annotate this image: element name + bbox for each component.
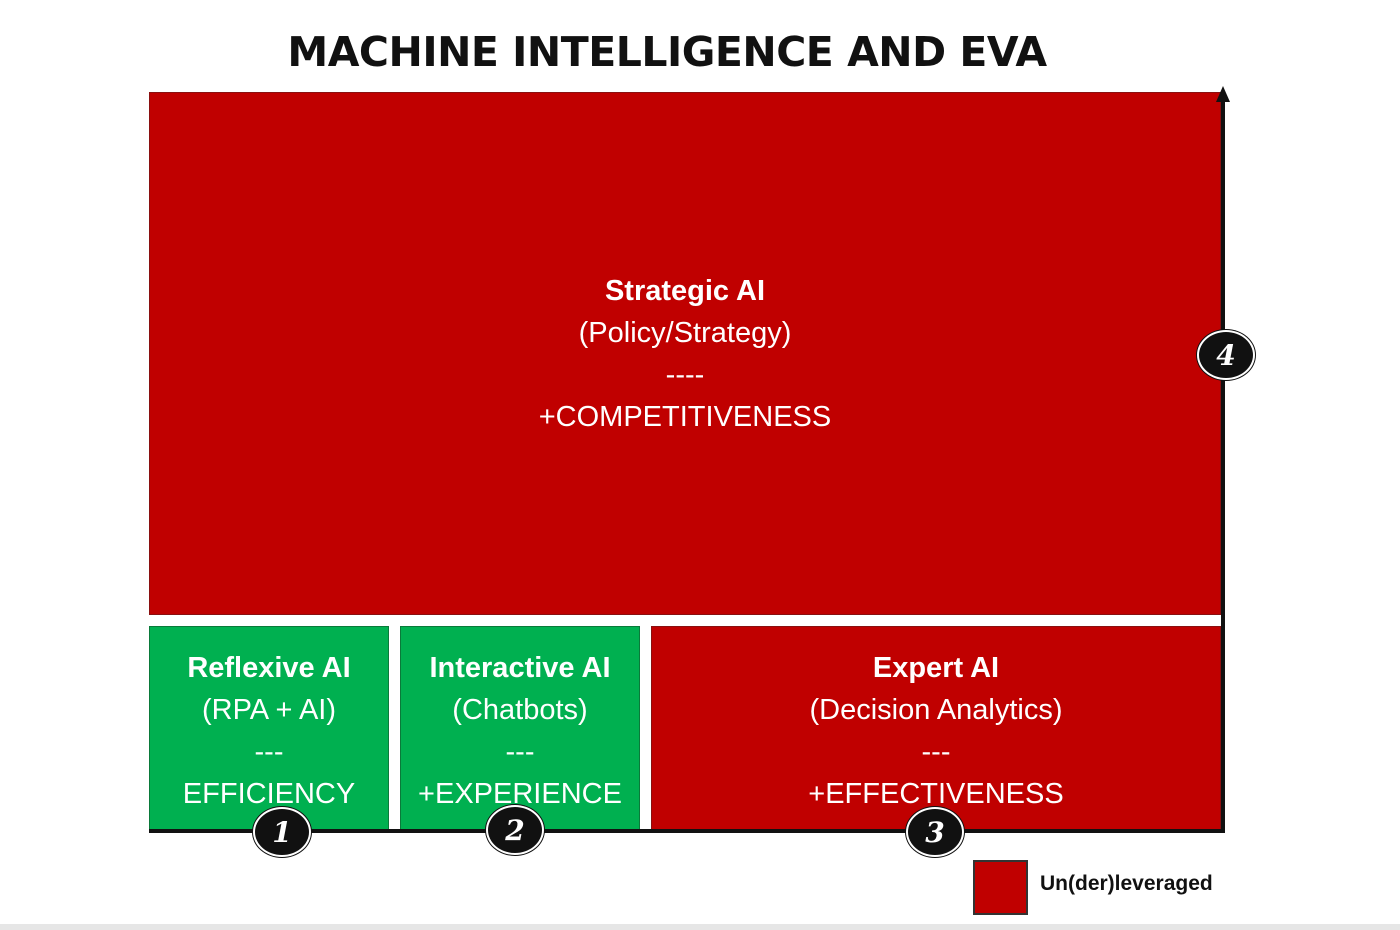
block-subtitle: (Decision Analytics) [809,694,1063,726]
step-marker-1: 1 [253,807,311,857]
legend-label: Un(der)leveraged [1040,872,1213,895]
block-separator: --- [921,736,951,768]
interactive-ai-block: Interactive AI (Chatbots) --- +EXPERIENC… [400,626,640,831]
step-marker-4: 4 [1197,330,1255,380]
block-separator: ---- [665,358,705,391]
block-subtitle: (Chatbots) [452,694,588,726]
reflexive-ai-block: Reflexive AI (RPA + AI) --- EFFICIENCY [149,626,389,831]
legend-swatch [973,860,1028,915]
page-title: MACHINE INTELLIGENCE AND EVA [287,28,1047,76]
block-name: Interactive AI [429,652,611,684]
block-name: Expert AI [872,652,1000,684]
bottom-divider [0,924,1400,930]
expert-ai-block: Expert AI (Decision Analytics) --- +EFFE… [651,626,1221,831]
block-separator: --- [254,736,284,768]
block-name: Reflexive AI [187,652,351,684]
block-subtitle: (RPA + AI) [201,694,337,726]
block-separator: --- [505,736,535,768]
step-marker-3: 3 [906,807,964,857]
strategic-ai-block: Strategic AI (Policy/Strategy) ---- +COM… [149,92,1221,615]
block-value: +COMPETITIVENESS [538,400,832,433]
y-axis [1221,100,1225,833]
arrow-up-icon [1216,86,1230,102]
step-marker-2: 2 [486,805,544,855]
block-subtitle: (Policy/Strategy) [578,316,792,349]
block-name: Strategic AI [604,274,766,307]
